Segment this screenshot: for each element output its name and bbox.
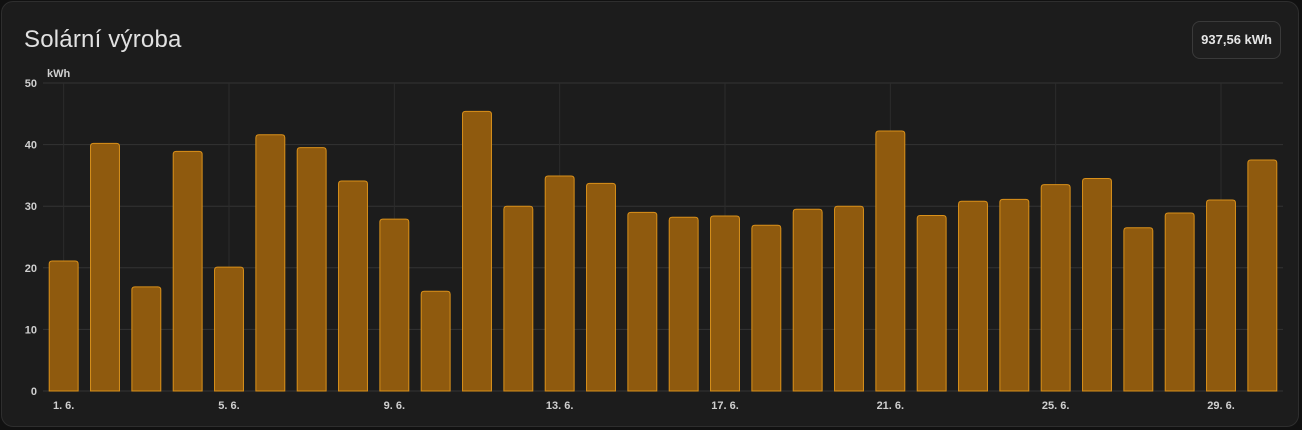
bar-14-6 xyxy=(586,182,616,392)
y-tick-label: 0 xyxy=(31,386,37,398)
bar-5-6 xyxy=(214,266,244,392)
bar-11-6 xyxy=(462,110,492,392)
bar-12-6 xyxy=(503,205,534,392)
bar-27-6 xyxy=(1123,227,1154,392)
bar-22-6 xyxy=(916,214,947,392)
bar-7-6 xyxy=(296,147,327,392)
bar-6-6 xyxy=(255,134,286,392)
bar-24-6 xyxy=(999,198,1030,392)
x-tick-label: 25. 6. xyxy=(1042,400,1070,412)
bar-9-6 xyxy=(379,218,410,392)
x-tick-label: 17. 6. xyxy=(711,400,739,412)
bar-chart: 0 10 20 30 40 50 1. 6. 5. 6. 9. 6. 13. 6. 17. 6. 21… xyxy=(25,68,1283,412)
bar-23-6 xyxy=(958,200,988,392)
bar-28-6 xyxy=(1164,212,1195,392)
bar-29-6 xyxy=(1206,199,1236,392)
bar-4-6 xyxy=(172,150,203,392)
bar-10-6 xyxy=(420,290,451,392)
bar-20-6 xyxy=(834,205,864,392)
bar-15-6 xyxy=(627,211,658,392)
y-tick-label: 40 xyxy=(25,140,37,152)
bar-17-6 xyxy=(710,215,740,392)
x-tick-label: 9. 6. xyxy=(384,400,405,412)
bar-16-6 xyxy=(668,216,699,392)
y-axis-label: kWh xyxy=(47,68,71,80)
x-tick-label: 21. 6. xyxy=(877,400,905,412)
chart-bars xyxy=(48,110,1278,392)
bar-3-6 xyxy=(131,286,162,392)
x-tick-label: 5. 6. xyxy=(218,400,239,412)
y-tick-label: 30 xyxy=(25,201,37,213)
bar-1-6 xyxy=(48,260,79,392)
y-tick-label: 50 xyxy=(25,78,37,90)
x-tick-label: 29. 6. xyxy=(1207,400,1235,412)
x-tick-label: 13. 6. xyxy=(546,400,574,412)
bar-21-6 xyxy=(875,130,906,392)
bar-18-6 xyxy=(751,224,782,392)
bar-30-6 xyxy=(1247,159,1278,392)
bar-2-6 xyxy=(90,142,120,392)
bar-26-6 xyxy=(1082,177,1112,392)
x-tick-label: 1. 6. xyxy=(53,400,74,412)
y-tick-label: 20 xyxy=(25,263,37,275)
bar-25-6 xyxy=(1040,184,1071,392)
y-tick-label: 10 xyxy=(25,324,37,336)
bar-13-6 xyxy=(544,175,575,392)
bar-19-6 xyxy=(792,208,823,392)
bar-8-6 xyxy=(338,180,368,392)
